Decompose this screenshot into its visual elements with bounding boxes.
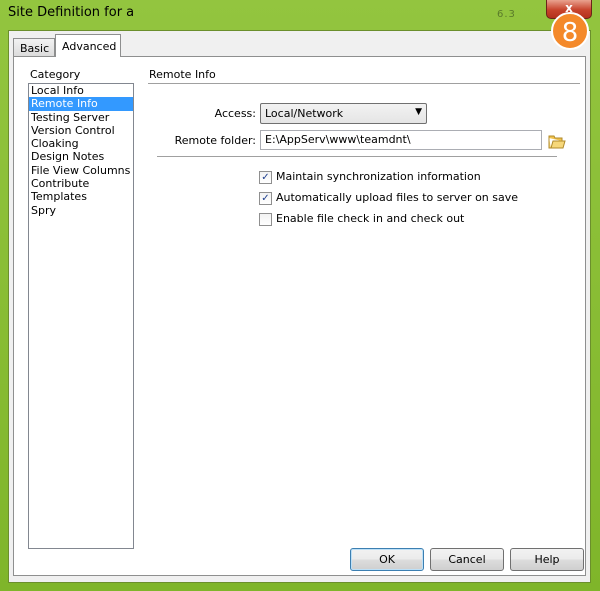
category-item-testing-server[interactable]: Testing Server xyxy=(29,111,133,124)
remote-folder-label: Remote folder: xyxy=(174,134,256,147)
category-item-file-view-columns[interactable]: File View Columns xyxy=(29,164,133,177)
category-heading: Category xyxy=(30,68,81,81)
category-item-local-info[interactable]: Local Info xyxy=(29,84,133,97)
window-title: Site Definition for a xyxy=(8,5,135,20)
checkmark-icon[interactable]: ✓ xyxy=(259,171,272,184)
category-item-contribute[interactable]: Contribute xyxy=(29,177,133,190)
option-maintain-sync-label: Maintain synchronization information xyxy=(276,170,481,183)
option-check-in-out-label: Enable file check in and check out xyxy=(276,212,465,225)
dialog-body: Basic Advanced Category Local Info Remot… xyxy=(8,30,591,583)
remote-folder-input[interactable]: E:\AppServ\www\teamdnt\ xyxy=(260,130,542,150)
chevron-down-icon: ▼ xyxy=(415,107,422,117)
access-label: Access: xyxy=(214,107,256,120)
advanced-panel: Category Local Info Remote Info Testing … xyxy=(13,56,586,576)
options-divider xyxy=(157,156,557,157)
access-select[interactable]: Local/Network ▼ xyxy=(260,103,427,124)
option-auto-upload-label: Automatically upload files to server on … xyxy=(276,191,519,204)
checkbox-unchecked[interactable] xyxy=(259,213,272,226)
cancel-button[interactable]: Cancel xyxy=(430,548,504,571)
category-item-version-control[interactable]: Version Control xyxy=(29,124,133,137)
folder-icon[interactable] xyxy=(548,135,566,149)
tab-advanced[interactable]: Advanced xyxy=(55,34,121,57)
access-select-value: Local/Network xyxy=(265,107,344,120)
title-version-text: 6.3 xyxy=(497,9,516,20)
category-item-cloaking[interactable]: Cloaking xyxy=(29,137,133,150)
ok-button[interactable]: OK xyxy=(350,548,424,571)
category-item-templates[interactable]: Templates xyxy=(29,190,133,203)
category-item-design-notes[interactable]: Design Notes xyxy=(29,150,133,163)
dialog-window: Site Definition for a 6.3 x 8 Basic Adva… xyxy=(0,0,600,591)
checkmark-icon[interactable]: ✓ xyxy=(259,192,272,205)
title-bar[interactable]: Site Definition for a 6.3 x xyxy=(0,0,600,30)
category-item-remote-info[interactable]: Remote Info xyxy=(29,97,133,111)
step-badge: 8 xyxy=(551,12,589,50)
category-list[interactable]: Local Info Remote Info Testing Server Ve… xyxy=(28,83,134,549)
tab-basic[interactable]: Basic xyxy=(13,38,55,56)
help-button[interactable]: Help xyxy=(510,548,584,571)
section-title: Remote Info xyxy=(149,68,216,81)
section-divider xyxy=(148,83,580,84)
category-item-spry[interactable]: Spry xyxy=(29,204,133,217)
